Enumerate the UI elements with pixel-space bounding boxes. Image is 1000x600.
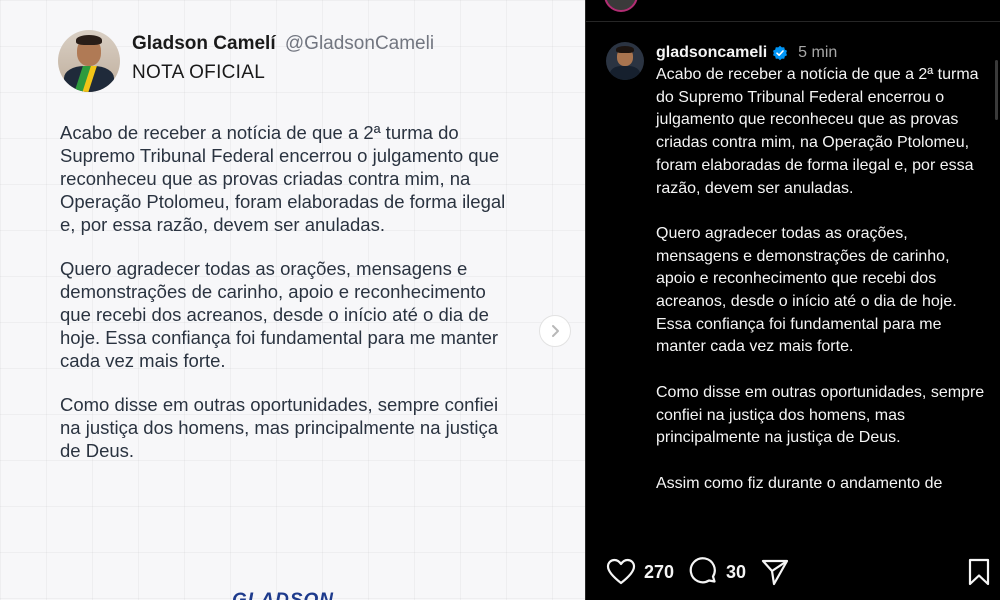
like-button[interactable]: 270 (606, 558, 674, 586)
carousel-next-button[interactable] (539, 315, 571, 347)
tweet-avatar (58, 30, 120, 92)
comment-count[interactable]: 30 (726, 562, 746, 583)
tweet-author-handle: @GladsonCameli (284, 33, 435, 54)
send-icon (761, 559, 789, 586)
caption-paragraph: Quero agradecer todas as orações, mensag… (656, 224, 957, 356)
username-link[interactable]: gladsoncameli (656, 42, 767, 64)
post-image: Gladson Camelí @GladsonCameli NOTA OFICI… (0, 0, 585, 600)
tweet-author-name: Gladson Camelí (132, 33, 276, 54)
caption-paragraph: Assim como fiz durante o andamento de (656, 474, 943, 492)
heart-icon (606, 558, 636, 585)
brand-logo: GLADSON (232, 590, 334, 600)
caption-paragraph: Acabo de receber a notícia de que a 2ª t… (656, 66, 979, 197)
post-caption: gladsoncameli 5 min Acabo de receber a n… (606, 42, 996, 518)
share-button[interactable] (760, 558, 790, 586)
bookmark-icon (968, 558, 990, 586)
comment-icon (689, 557, 716, 584)
caption-text: Acabo de receber a notícia de que a 2ª t… (656, 64, 986, 495)
save-button[interactable] (967, 558, 991, 591)
tweet-paragraph: Acabo de receber a notícia de que a 2ª t… (60, 122, 506, 235)
tweet-paragraph: Quero agradecer todas as orações, mensag… (60, 258, 499, 371)
like-count[interactable]: 270 (644, 562, 674, 583)
tweet-header: Gladson Camelí @GladsonCameli NOTA OFICI… (58, 30, 434, 92)
scrollbar[interactable] (995, 60, 998, 120)
tweet-body: Acabo de receber a notícia de que a 2ª t… (60, 121, 510, 483)
caption-paragraph: Como disse em outras oportunidades, semp… (656, 383, 985, 447)
post-timestamp[interactable]: 5 min (798, 42, 837, 64)
avatar[interactable] (606, 42, 644, 80)
post-side-panel: gladsoncameli 5 min Acabo de receber a n… (586, 0, 1000, 600)
action-bar: 270 30 (606, 555, 991, 589)
comment-button[interactable]: 30 (688, 557, 746, 587)
tweet-paragraph: Como disse em outras oportunidades, semp… (60, 394, 499, 461)
chevron-right-icon (552, 325, 559, 337)
verified-badge-icon (773, 45, 788, 61)
tweet-label: NOTA OFICIAL (132, 62, 266, 83)
